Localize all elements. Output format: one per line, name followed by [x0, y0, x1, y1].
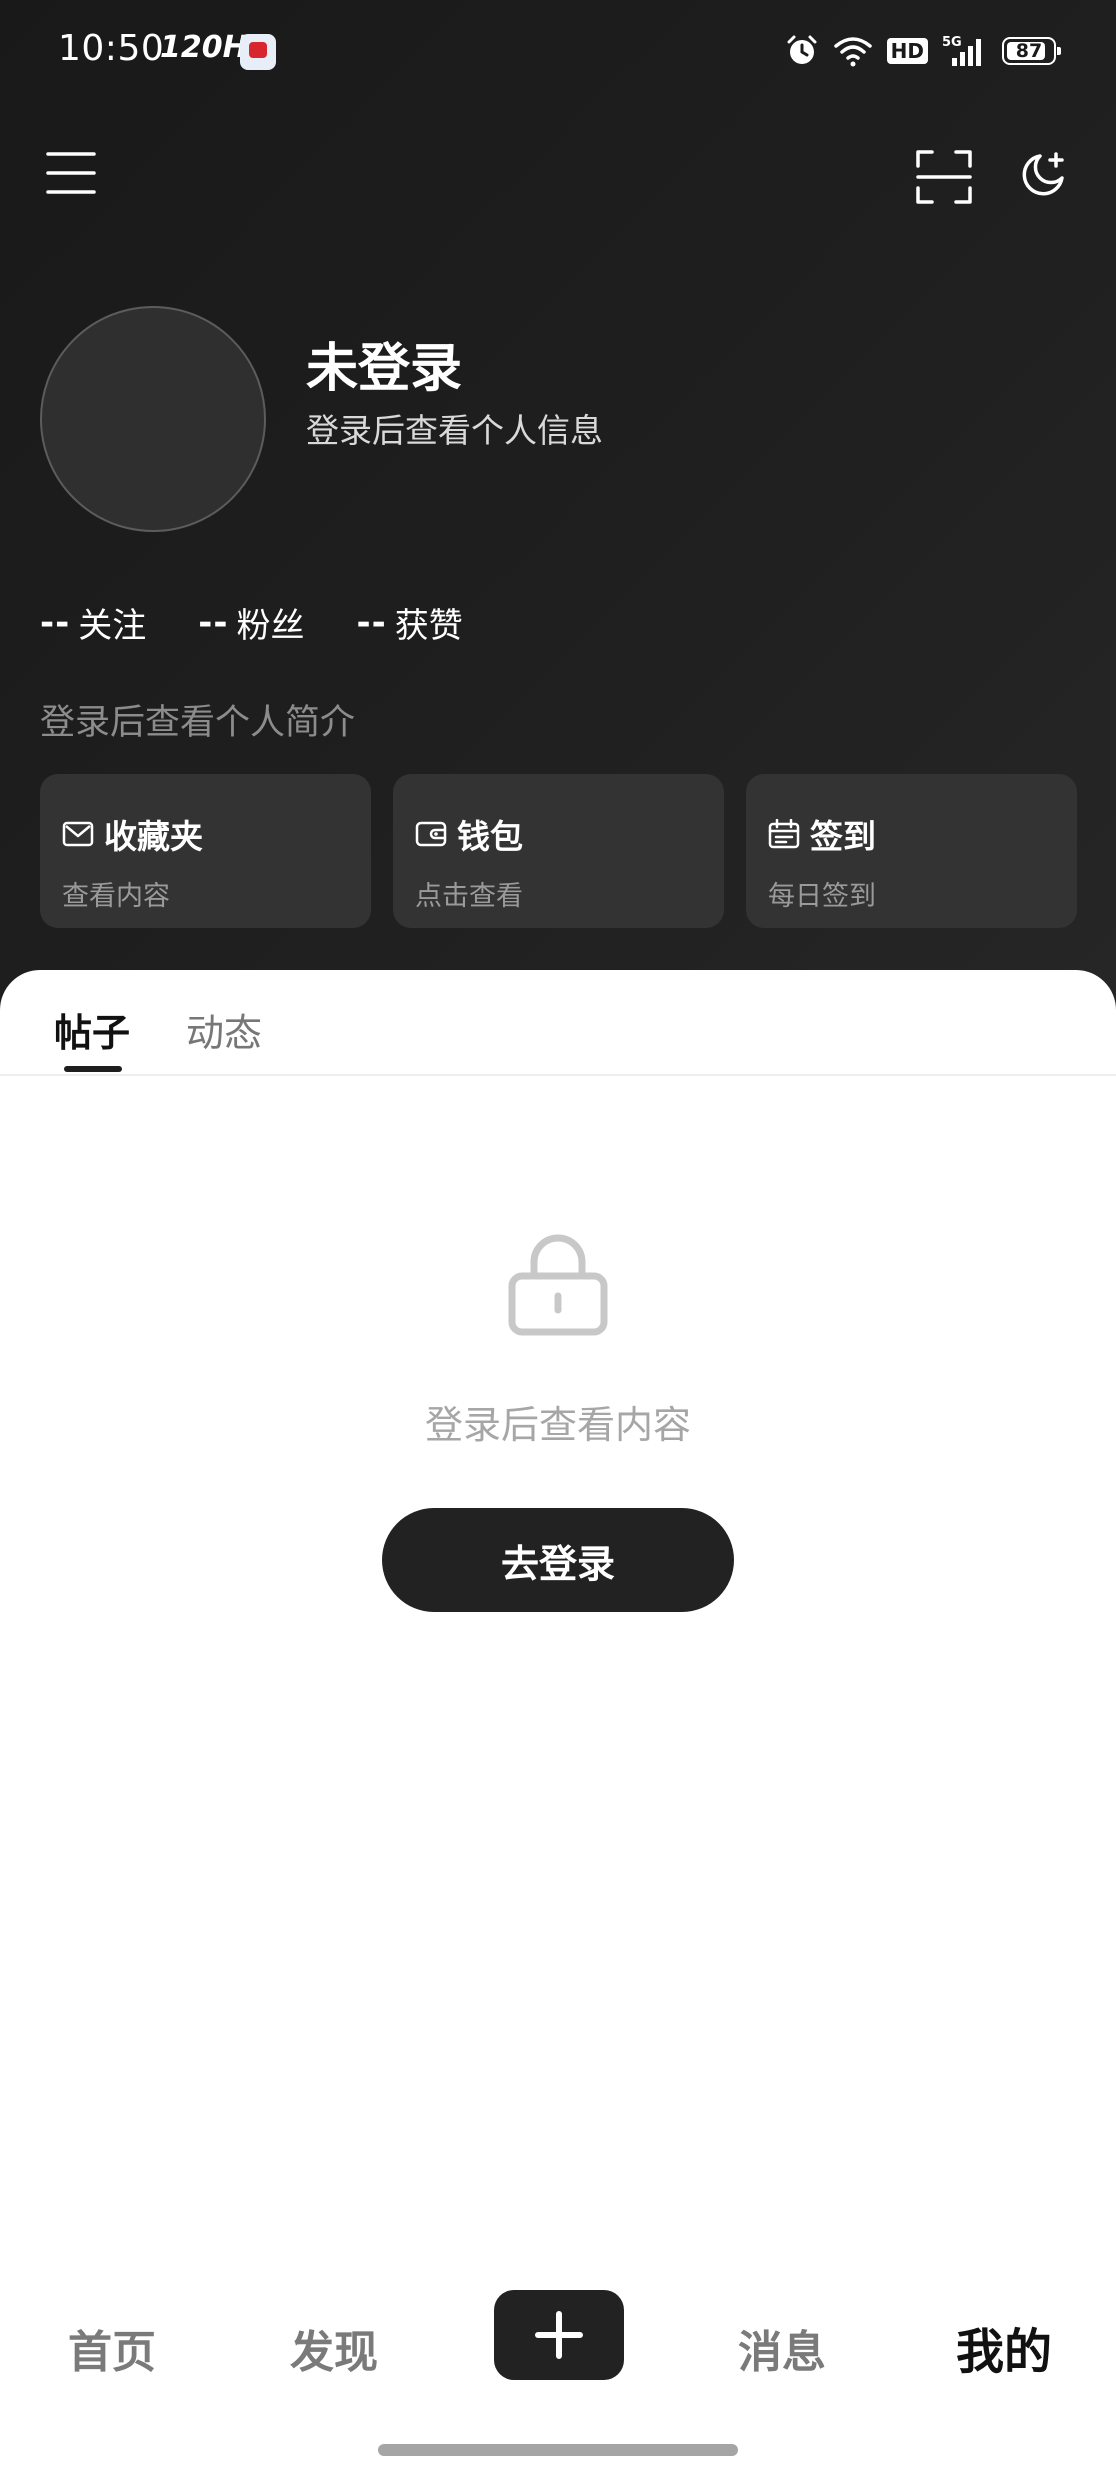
login-button[interactable]: 去登录 [382, 1508, 734, 1612]
profile-subtitle[interactable]: 登录后查看个人信息 [306, 404, 603, 452]
wallet-card[interactable]: 钱包 点击查看 [393, 774, 724, 928]
battery-icon: 87 [1002, 37, 1061, 65]
following-label: 关注 [78, 606, 147, 646]
likes-label: 获赞 [394, 606, 463, 646]
content-sheet [0, 970, 1116, 2480]
status-icons: HD 5G 87 [785, 34, 1061, 68]
notification-app-icon [240, 34, 276, 70]
avatar[interactable] [40, 306, 266, 532]
create-post-button[interactable] [494, 2290, 624, 2380]
profile-bio: 登录后查看个人简介 [40, 703, 356, 743]
wallet-icon [415, 821, 447, 847]
envelope-icon [62, 821, 94, 847]
hd-badge: HD [886, 38, 928, 64]
checkin-title: 签到 [810, 817, 876, 856]
stat-followers[interactable]: -- 粉丝 [198, 598, 304, 647]
stat-following[interactable]: -- 关注 [40, 598, 146, 647]
active-tab-indicator [64, 1066, 122, 1072]
alarm-icon [787, 35, 817, 64]
home-indicator [378, 2444, 738, 2456]
stat-likes[interactable]: -- 获赞 [356, 598, 462, 647]
favorites-title: 收藏夹 [104, 817, 203, 856]
profile-stats: -- 关注 -- 粉丝 -- 获赞 [40, 598, 463, 647]
calendar-icon [768, 819, 800, 849]
checkin-card[interactable]: 签到 每日签到 [746, 774, 1077, 928]
wallet-title: 钱包 [457, 817, 523, 856]
scan-icon[interactable] [916, 150, 972, 204]
empty-state-message: 登录后查看内容 [424, 1403, 691, 1447]
lock-icon [508, 1234, 608, 1336]
nav-discover[interactable]: 发现 [254, 2316, 414, 2380]
nav-messages[interactable]: 消息 [702, 2316, 862, 2380]
checkin-subtitle: 每日签到 [768, 881, 876, 912]
username[interactable]: 未登录 [306, 326, 462, 401]
battery-level: 87 [1015, 40, 1043, 62]
dark-mode-icon[interactable] [1018, 150, 1068, 200]
cellular-signal-icon: 5G [942, 35, 981, 66]
following-count: -- [40, 602, 71, 643]
likes-count: -- [356, 602, 387, 643]
followers-count: -- [198, 602, 229, 643]
status-time: 10:50 [58, 28, 165, 69]
nav-mine[interactable]: 我的 [924, 2312, 1084, 2382]
tab-posts[interactable]: 帖子 [54, 1002, 130, 1057]
tab-divider [0, 1074, 1116, 1076]
wallet-subtitle: 点击查看 [415, 881, 523, 912]
plus-icon [535, 2311, 583, 2359]
menu-icon[interactable] [46, 150, 96, 196]
wifi-icon [833, 37, 872, 67]
followers-label: 粉丝 [236, 606, 305, 646]
favorites-subtitle: 查看内容 [62, 881, 170, 912]
nav-home[interactable]: 首页 [32, 2316, 192, 2380]
svg-text:5G: 5G [942, 35, 962, 50]
feature-cards: 收藏夹 查看内容 钱包 点击查看 签到 每日签到 [40, 774, 1077, 928]
favorites-card[interactable]: 收藏夹 查看内容 [40, 774, 371, 928]
tab-activity[interactable]: 动态 [186, 1002, 262, 1057]
